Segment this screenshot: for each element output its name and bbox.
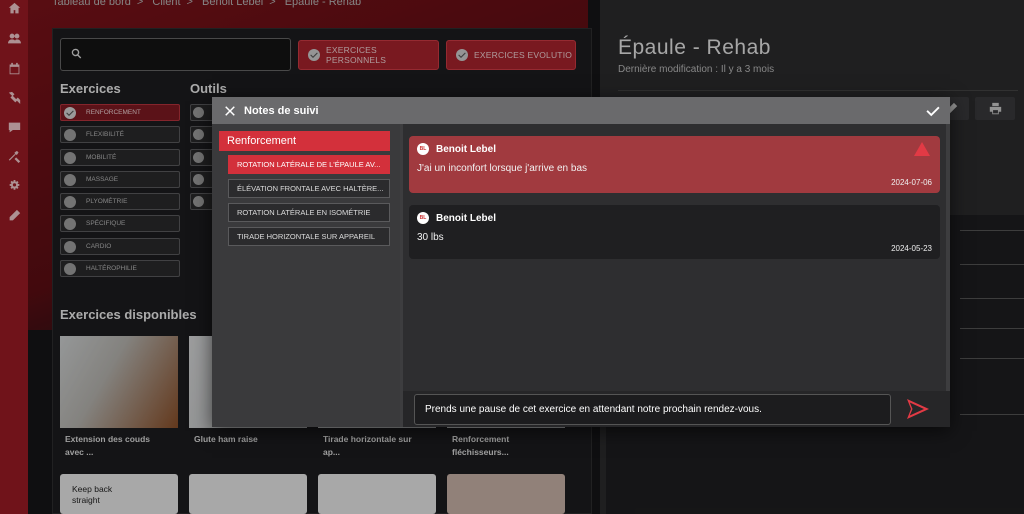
exercise-item[interactable]: ROTATION LATÉRALE EN ISOMÉTRIE [228,203,390,222]
dialog-title: Notes de suivi [244,104,319,117]
reply-input[interactable]: Prends une pause de cet exercice en atte… [414,394,891,425]
exercise-item[interactable]: TIRADE HORIZONTALE SUR APPAREIL [228,227,390,246]
avatar: BL [417,212,429,224]
confirm-check-icon[interactable] [926,104,940,118]
note-author: Benoit Lebel [436,143,497,155]
exercise-item[interactable]: ROTATION LATÉRALE DE L'ÉPAULE AV... [228,155,390,174]
send-icon[interactable] [906,398,930,420]
warning-icon [914,142,930,156]
note-date: 2024-05-23 [891,244,932,253]
note-author: Benoit Lebel [436,212,497,224]
note-text: J'ai un inconfort lorsque j'arrive en ba… [417,163,588,174]
avatar: BL [417,143,429,155]
reply-bar: Prends une pause de cet exercice en atte… [403,391,950,427]
note-message: BL Benoit Lebel J'ai un inconfort lorsque… [409,136,940,193]
note-message: BL Benoit Lebel 30 lbs 2024-05-23 [409,205,940,259]
group-header-renforcement[interactable]: Renforcement [219,131,390,151]
note-date: 2024-07-06 [891,178,932,187]
follow-up-notes-dialog: Notes de suivi Renforcement ROTATION LAT… [212,97,950,427]
exercise-list: Renforcement ROTATION LATÉRALE DE L'ÉPAU… [212,124,400,427]
exercise-item[interactable]: ÉLÉVATION FRONTALE AVEC HALTÈRE... [228,179,390,198]
notes-thread: BL Benoit Lebel J'ai un inconfort lorsque… [403,124,946,391]
dialog-header: Notes de suivi [212,97,950,124]
note-text: 30 lbs [417,232,444,243]
close-icon[interactable] [224,105,236,117]
